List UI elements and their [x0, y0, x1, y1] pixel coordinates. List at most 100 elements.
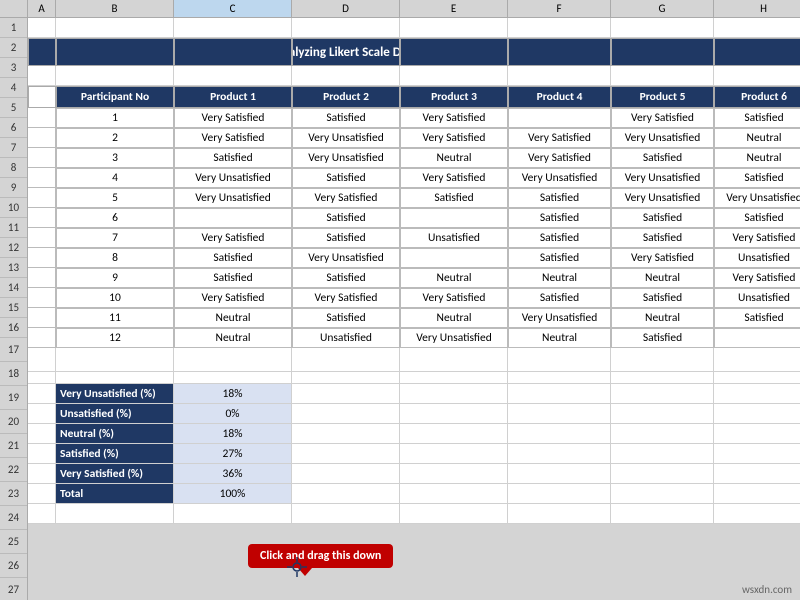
- row-num-12[interactable]: 12: [0, 238, 27, 258]
- cell-g17[interactable]: [611, 348, 714, 372]
- cell-c1[interactable]: [174, 18, 292, 38]
- cell-b15[interactable]: 11: [56, 308, 174, 328]
- row-num-20[interactable]: 20: [0, 410, 27, 434]
- cell-g8[interactable]: Very Unsatisfied: [611, 168, 714, 188]
- cell-g7[interactable]: Satisfied: [611, 148, 714, 168]
- row-num-21[interactable]: 21: [0, 434, 27, 458]
- cell-c11[interactable]: Very Satisfied: [174, 228, 292, 248]
- cell-b9[interactable]: 5: [56, 188, 174, 208]
- cell-a3[interactable]: [28, 66, 56, 86]
- cell-d3[interactable]: [292, 66, 400, 86]
- cell-d12[interactable]: Very Unsatisfied: [292, 248, 400, 268]
- cell-a1[interactable]: [28, 18, 56, 38]
- row-num-18[interactable]: 18: [0, 362, 27, 386]
- cell-d1[interactable]: [292, 18, 400, 38]
- cell-e3[interactable]: [400, 66, 508, 86]
- cell-c13[interactable]: Satisfied: [174, 268, 292, 288]
- col-header-f[interactable]: F: [508, 0, 611, 18]
- cell-e5[interactable]: Very Satisfied: [400, 108, 508, 128]
- cell-g28[interactable]: [611, 372, 714, 384]
- cell-h11[interactable]: Very Satisfied: [714, 228, 800, 248]
- cell-b13[interactable]: 9: [56, 268, 174, 288]
- cell-h12[interactable]: Unsatisfied: [714, 248, 800, 268]
- cell-e2[interactable]: [400, 38, 508, 66]
- cell-d14[interactable]: Very Satisfied: [292, 288, 400, 308]
- cell-h30[interactable]: [714, 404, 800, 424]
- cell-f33[interactable]: [508, 464, 611, 484]
- cell-a32[interactable]: [28, 444, 56, 464]
- cell-b11[interactable]: 7: [56, 228, 174, 248]
- summary-value-1[interactable]: 0%: [174, 404, 292, 424]
- cell-e33[interactable]: [400, 464, 508, 484]
- row-num-8[interactable]: 8: [0, 158, 27, 178]
- cell-b12[interactable]: 8: [56, 248, 174, 268]
- cell-c10[interactable]: [174, 208, 292, 228]
- cell-d2[interactable]: Analyzing Likert Scale Data: [292, 38, 400, 66]
- cell-d31[interactable]: [292, 424, 400, 444]
- col-header-a[interactable]: A: [28, 0, 56, 18]
- row-num-23[interactable]: 23: [0, 482, 27, 506]
- cell-e12[interactable]: [400, 248, 508, 268]
- cell-d33[interactable]: [292, 464, 400, 484]
- cell-b8[interactable]: 4: [56, 168, 174, 188]
- cell-g31[interactable]: [611, 424, 714, 444]
- cell-b10[interactable]: 6: [56, 208, 174, 228]
- row-num-2[interactable]: 2: [0, 38, 27, 58]
- cell-f7[interactable]: Very Satisfied: [508, 148, 611, 168]
- cell-a8[interactable]: [28, 168, 56, 188]
- cell-f34[interactable]: [508, 484, 611, 504]
- summary-value-4[interactable]: 36%: [174, 464, 292, 484]
- cell-f12[interactable]: Satisfied: [508, 248, 611, 268]
- col-header-g[interactable]: G: [611, 0, 714, 18]
- cell-a35[interactable]: [28, 504, 56, 524]
- row-num-27[interactable]: 27: [0, 578, 27, 600]
- cell-g6[interactable]: Very Unsatisfied: [611, 128, 714, 148]
- cell-g1[interactable]: [611, 18, 714, 38]
- cell-f5[interactable]: [508, 108, 611, 128]
- header-product2[interactable]: Product 2: [292, 86, 400, 108]
- cell-g35[interactable]: [611, 504, 714, 524]
- summary-value-3[interactable]: 27%: [174, 444, 292, 464]
- cell-d8[interactable]: Satisfied: [292, 168, 400, 188]
- col-header-h[interactable]: H: [714, 0, 800, 18]
- cell-d11[interactable]: Satisfied: [292, 228, 400, 248]
- cell-e31[interactable]: [400, 424, 508, 444]
- cell-h9[interactable]: Very Unsatisfied: [714, 188, 800, 208]
- cell-g30[interactable]: [611, 404, 714, 424]
- cell-g5[interactable]: Very Satisfied: [611, 108, 714, 128]
- cell-h7[interactable]: Neutral: [714, 148, 800, 168]
- cell-h2[interactable]: [714, 38, 800, 66]
- summary-label-1[interactable]: Unsatisfied (%): [56, 404, 174, 424]
- cell-c2[interactable]: [174, 38, 292, 66]
- cell-a17[interactable]: [28, 348, 56, 372]
- summary-value-0[interactable]: 18%: [174, 384, 292, 404]
- cell-f28[interactable]: [508, 372, 611, 384]
- cell-h10[interactable]: Satisfied: [714, 208, 800, 228]
- cell-f11[interactable]: Satisfied: [508, 228, 611, 248]
- cell-d35[interactable]: [292, 504, 400, 524]
- row-num-25[interactable]: 25: [0, 530, 27, 554]
- cell-a10[interactable]: [28, 208, 56, 228]
- cell-g33[interactable]: [611, 464, 714, 484]
- cell-b16[interactable]: 12: [56, 328, 174, 348]
- cell-f1[interactable]: [508, 18, 611, 38]
- cell-g15[interactable]: Neutral: [611, 308, 714, 328]
- cell-a15[interactable]: [28, 308, 56, 328]
- cell-a6[interactable]: [28, 128, 56, 148]
- cell-g14[interactable]: Satisfied: [611, 288, 714, 308]
- summary-label-3[interactable]: Satisfied (%): [56, 444, 174, 464]
- row-num-3[interactable]: 3: [0, 58, 27, 78]
- cell-f8[interactable]: Very Unsatisfied: [508, 168, 611, 188]
- cell-d32[interactable]: [292, 444, 400, 464]
- cell-f3[interactable]: [508, 66, 611, 86]
- cell-f13[interactable]: Neutral: [508, 268, 611, 288]
- cell-d5[interactable]: Satisfied: [292, 108, 400, 128]
- cell-d6[interactable]: Very Unsatisfied: [292, 128, 400, 148]
- header-product3[interactable]: Product 3: [400, 86, 508, 108]
- cell-h3[interactable]: [714, 66, 800, 86]
- cell-d9[interactable]: Very Satisfied: [292, 188, 400, 208]
- cell-g10[interactable]: Satisfied: [611, 208, 714, 228]
- cell-a2[interactable]: [28, 38, 56, 66]
- header-product5[interactable]: Product 5: [611, 86, 714, 108]
- cell-c16[interactable]: Neutral: [174, 328, 292, 348]
